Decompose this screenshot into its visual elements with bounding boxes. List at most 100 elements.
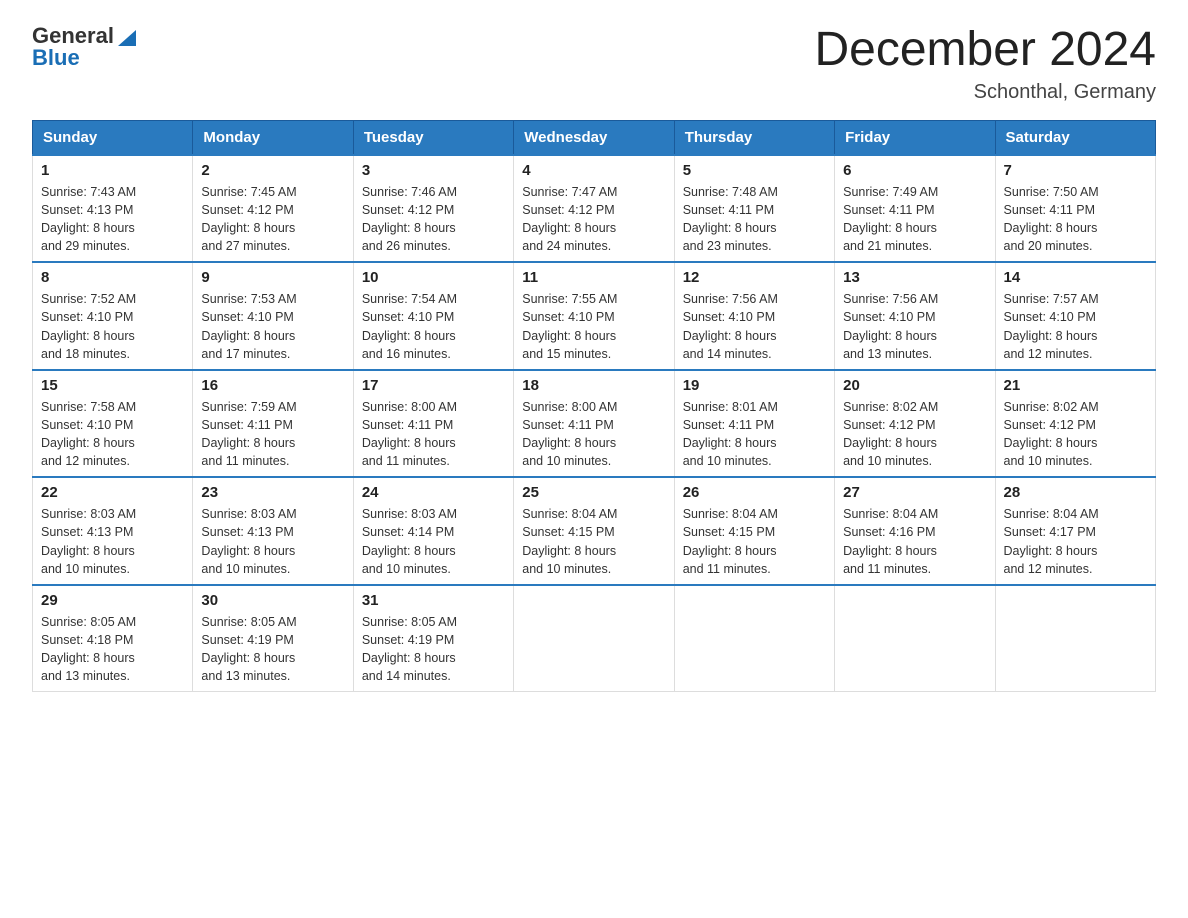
day-number: 13 [843,269,986,286]
logo: General Blue [32,24,138,70]
day-number: 28 [1004,484,1147,501]
day-number: 17 [362,377,505,394]
day-info: Sunrise: 7:55 AMSunset: 4:10 PMDaylight:… [522,290,665,363]
day-info: Sunrise: 7:58 AMSunset: 4:10 PMDaylight:… [41,398,184,471]
day-number: 10 [362,269,505,286]
calendar-cell: 25 Sunrise: 8:04 AMSunset: 4:15 PMDayligh… [514,477,674,585]
calendar-cell: 14Sunrise: 7:57 AMSunset: 4:10 PMDayligh… [995,262,1155,370]
calendar-cell: 10 Sunrise: 7:54 AMSunset: 4:10 PMDayligh… [353,262,513,370]
day-number: 31 [362,592,505,609]
calendar-cell: 22Sunrise: 8:03 AMSunset: 4:13 PMDayligh… [33,477,193,585]
day-number: 25 [522,484,665,501]
calendar-cell: 3 Sunrise: 7:46 AMSunset: 4:12 PMDaylight… [353,155,513,263]
calendar-table: SundayMondayTuesdayWednesdayThursdayFrid… [32,120,1156,693]
day-number: 21 [1004,377,1147,394]
calendar-cell: 26 Sunrise: 8:04 AMSunset: 4:15 PMDayligh… [674,477,834,585]
day-number: 11 [522,269,665,286]
day-of-week-header: Sunday [33,120,193,155]
day-number: 7 [1004,162,1147,179]
day-info: Sunrise: 8:03 AMSunset: 4:14 PMDaylight:… [362,505,505,578]
day-number: 16 [201,377,344,394]
calendar-cell [514,585,674,692]
day-info: Sunrise: 7:43 AMSunset: 4:13 PMDaylight:… [41,183,184,256]
calendar-cell: 23 Sunrise: 8:03 AMSunset: 4:13 PMDayligh… [193,477,353,585]
title-area: December 2024 Schonthal, Germany [814,24,1156,104]
calendar-cell: 4 Sunrise: 7:47 AMSunset: 4:12 PMDaylight… [514,155,674,263]
calendar-week-row: 8 Sunrise: 7:52 AMSunset: 4:10 PMDaylight… [33,262,1156,370]
day-info: Sunrise: 8:05 AMSunset: 4:19 PMDaylight:… [362,613,505,686]
calendar-week-row: 1 Sunrise: 7:43 AMSunset: 4:13 PMDaylight… [33,155,1156,263]
calendar-cell: 12Sunrise: 7:56 AMSunset: 4:10 PMDayligh… [674,262,834,370]
day-number: 6 [843,162,986,179]
day-info: Sunrise: 8:02 AMSunset: 4:12 PMDaylight:… [843,398,986,471]
calendar-cell: 2 Sunrise: 7:45 AMSunset: 4:12 PMDaylight… [193,155,353,263]
day-number: 23 [201,484,344,501]
day-number: 14 [1004,269,1147,286]
calendar-cell: 20 Sunrise: 8:02 AMSunset: 4:12 PMDayligh… [835,370,995,478]
calendar-cell: 5 Sunrise: 7:48 AMSunset: 4:11 PMDaylight… [674,155,834,263]
day-info: Sunrise: 7:56 AMSunset: 4:10 PMDaylight:… [683,290,826,363]
calendar-cell: 11 Sunrise: 7:55 AMSunset: 4:10 PMDayligh… [514,262,674,370]
day-number: 19 [683,377,826,394]
day-info: Sunrise: 8:03 AMSunset: 4:13 PMDaylight:… [201,505,344,578]
day-number: 20 [843,377,986,394]
day-number: 29 [41,592,184,609]
day-number: 2 [201,162,344,179]
calendar-cell: 17 Sunrise: 8:00 AMSunset: 4:11 PMDayligh… [353,370,513,478]
day-number: 5 [683,162,826,179]
calendar-cell [674,585,834,692]
month-title: December 2024 [814,24,1156,77]
day-info: Sunrise: 8:05 AMSunset: 4:19 PMDaylight:… [201,613,344,686]
day-info: Sunrise: 8:05 AMSunset: 4:18 PMDaylight:… [41,613,184,686]
calendar-cell: 27Sunrise: 8:04 AMSunset: 4:16 PMDayligh… [835,477,995,585]
day-info: Sunrise: 7:47 AMSunset: 4:12 PMDaylight:… [522,183,665,256]
day-number: 27 [843,484,986,501]
day-number: 3 [362,162,505,179]
day-info: Sunrise: 8:04 AMSunset: 4:15 PMDaylight:… [522,505,665,578]
calendar-cell: 31 Sunrise: 8:05 AMSunset: 4:19 PMDayligh… [353,585,513,692]
day-number: 26 [683,484,826,501]
calendar-cell [835,585,995,692]
day-info: Sunrise: 8:03 AMSunset: 4:13 PMDaylight:… [41,505,184,578]
calendar-cell: 30 Sunrise: 8:05 AMSunset: 4:19 PMDayligh… [193,585,353,692]
day-number: 18 [522,377,665,394]
day-of-week-header: Friday [835,120,995,155]
day-info: Sunrise: 8:00 AMSunset: 4:11 PMDaylight:… [522,398,665,471]
day-info: Sunrise: 8:02 AMSunset: 4:12 PMDaylight:… [1004,398,1147,471]
logo-blue-text: Blue [32,46,138,70]
day-number: 8 [41,269,184,286]
calendar-header-row: SundayMondayTuesdayWednesdayThursdayFrid… [33,120,1156,155]
day-info: Sunrise: 7:53 AMSunset: 4:10 PMDaylight:… [201,290,344,363]
calendar-cell: 16 Sunrise: 7:59 AMSunset: 4:11 PMDayligh… [193,370,353,478]
calendar-week-row: 15Sunrise: 7:58 AMSunset: 4:10 PMDayligh… [33,370,1156,478]
calendar-cell: 19Sunrise: 8:01 AMSunset: 4:11 PMDayligh… [674,370,834,478]
day-info: Sunrise: 7:52 AMSunset: 4:10 PMDaylight:… [41,290,184,363]
calendar-cell: 6Sunrise: 7:49 AMSunset: 4:11 PMDaylight… [835,155,995,263]
day-info: Sunrise: 7:56 AMSunset: 4:10 PMDaylight:… [843,290,986,363]
day-info: Sunrise: 7:59 AMSunset: 4:11 PMDaylight:… [201,398,344,471]
calendar-cell: 8 Sunrise: 7:52 AMSunset: 4:10 PMDaylight… [33,262,193,370]
calendar-cell: 13 Sunrise: 7:56 AMSunset: 4:10 PMDayligh… [835,262,995,370]
day-of-week-header: Tuesday [353,120,513,155]
day-info: Sunrise: 8:00 AMSunset: 4:11 PMDaylight:… [362,398,505,471]
day-number: 9 [201,269,344,286]
day-info: Sunrise: 7:48 AMSunset: 4:11 PMDaylight:… [683,183,826,256]
calendar-cell: 9 Sunrise: 7:53 AMSunset: 4:10 PMDaylight… [193,262,353,370]
day-info: Sunrise: 7:46 AMSunset: 4:12 PMDaylight:… [362,183,505,256]
day-number: 30 [201,592,344,609]
calendar-cell: 28 Sunrise: 8:04 AMSunset: 4:17 PMDayligh… [995,477,1155,585]
calendar-cell: 24Sunrise: 8:03 AMSunset: 4:14 PMDayligh… [353,477,513,585]
day-info: Sunrise: 7:45 AMSunset: 4:12 PMDaylight:… [201,183,344,256]
calendar-week-row: 29 Sunrise: 8:05 AMSunset: 4:18 PMDayligh… [33,585,1156,692]
day-info: Sunrise: 7:54 AMSunset: 4:10 PMDaylight:… [362,290,505,363]
day-number: 1 [41,162,184,179]
calendar-cell: 21 Sunrise: 8:02 AMSunset: 4:12 PMDayligh… [995,370,1155,478]
day-info: Sunrise: 8:04 AMSunset: 4:15 PMDaylight:… [683,505,826,578]
day-of-week-header: Wednesday [514,120,674,155]
calendar-cell: 18 Sunrise: 8:00 AMSunset: 4:11 PMDayligh… [514,370,674,478]
calendar-week-row: 22Sunrise: 8:03 AMSunset: 4:13 PMDayligh… [33,477,1156,585]
day-number: 4 [522,162,665,179]
calendar-cell [995,585,1155,692]
day-info: Sunrise: 8:04 AMSunset: 4:17 PMDaylight:… [1004,505,1147,578]
location-label: Schonthal, Germany [814,81,1156,104]
